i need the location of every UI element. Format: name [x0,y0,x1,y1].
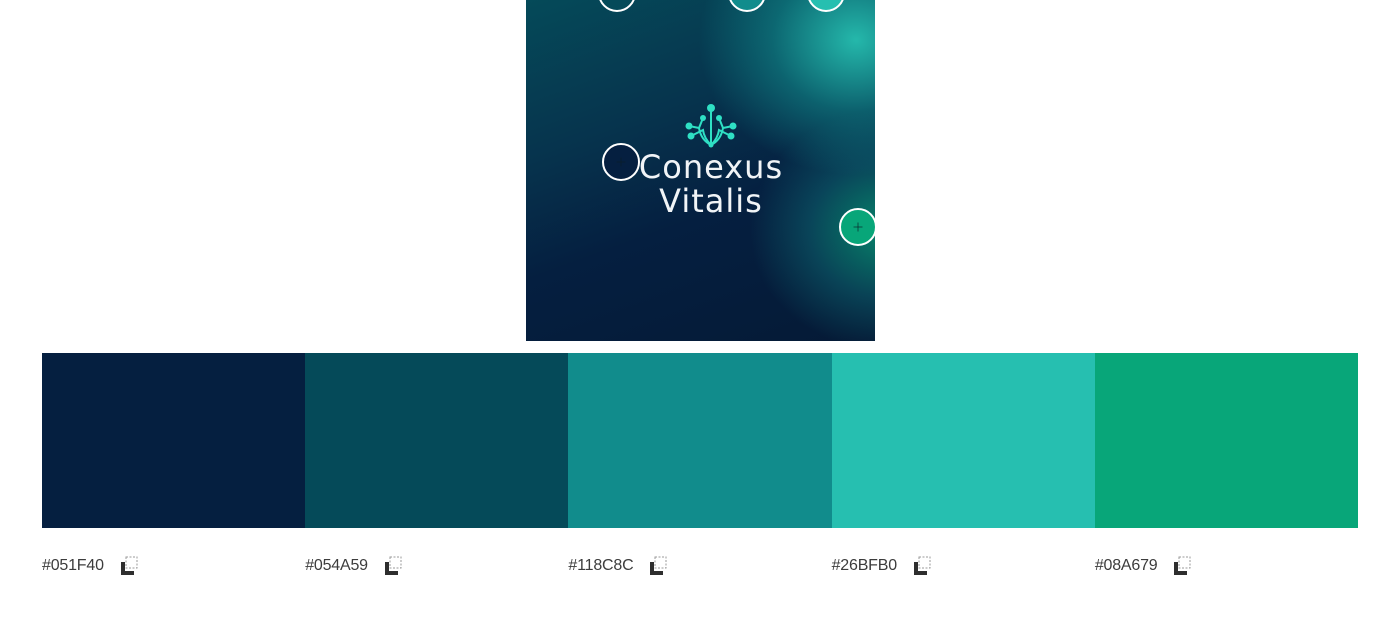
hex-code-item: #26BFB0 [832,552,1095,580]
color-swatch-4[interactable] [831,353,1095,528]
color-swatch-2[interactable] [305,353,569,528]
brand-logo: Conexus Vitalis [636,100,786,218]
hex-code-item: #118C8C [568,552,831,580]
hex-code-label: #051F40 [42,557,104,574]
logo-text-line-1: Conexus [638,148,784,186]
hex-code-label: #26BFB0 [831,557,898,574]
color-picker-handle-1[interactable] [602,143,640,181]
hex-code-label: #118C8C [568,557,634,574]
palette-swatches [42,353,1359,528]
network-tree-icon [685,104,737,148]
color-palette-extractor: Conexus Vitalis #051F40 #054A59 #118C8C … [0,0,1396,632]
color-swatch-1[interactable] [42,353,306,528]
copy-icon[interactable] [382,555,404,577]
logo-text-line-2: Vitalis [659,182,763,220]
hex-code-item: #051F40 [42,552,305,580]
copy-icon[interactable] [911,555,933,577]
hex-codes-row: #051F40 #054A59 #118C8C #26BFB0 #08A679 [42,552,1358,580]
hex-code-label: #08A679 [1094,557,1158,574]
color-picker-handle-5[interactable] [839,208,877,246]
hex-code-label: #054A59 [305,557,368,574]
copy-icon[interactable] [1171,555,1193,577]
color-swatch-3[interactable] [568,353,832,528]
hex-code-item: #054A59 [305,552,568,580]
image-preview: Conexus Vitalis [526,0,877,341]
copy-icon[interactable] [647,555,669,577]
color-swatch-5[interactable] [1094,353,1359,528]
uploaded-image: Conexus Vitalis [526,0,875,341]
copy-icon[interactable] [118,555,140,577]
hex-code-item: #08A679 [1095,552,1358,580]
